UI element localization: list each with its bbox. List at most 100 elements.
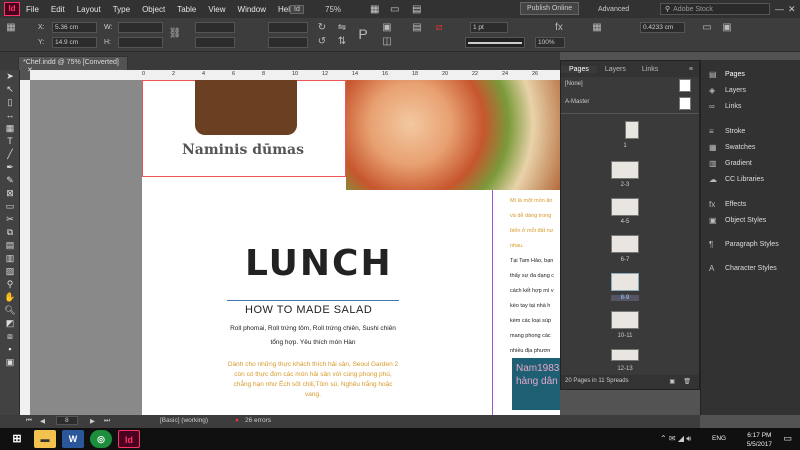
x-field[interactable]: 5.36 cm [52,22,97,33]
spread-thumbnail[interactable] [625,121,639,139]
indesign-taskbar-icon[interactable]: Id [118,430,140,448]
preflight-profile[interactable]: [Basic] (working) [160,417,208,424]
word-icon[interactable]: W [62,430,84,448]
default-colors-icon[interactable]: ◩ [0,317,20,330]
prev-page-icon[interactable]: ◀ [40,417,45,425]
pen-tool-icon[interactable]: ✒ [0,161,20,174]
spread-thumbnail[interactable] [611,235,639,253]
dock-links[interactable]: ∞ Links [709,102,741,111]
flip-horizontal-icon[interactable]: ⇋ [335,22,349,34]
zoom-tool-icon[interactable]: 🔍︎ [0,304,20,317]
h-field[interactable] [118,37,163,48]
type-p-icon[interactable]: P [356,27,370,41]
new-page-icon[interactable]: ▣ [669,378,675,385]
window-close-icon[interactable]: ✕ [788,0,796,18]
horizontal-ruler[interactable]: 024681012141618202224262830 [30,70,598,80]
dock-stroke[interactable]: ≡ Stroke [709,127,745,136]
fill-swatch-icon[interactable]: ▤ [410,22,424,34]
selection-tool-icon[interactable]: ➤ [0,70,20,83]
column-text-frame[interactable]: Mì là một món ăn và dễ dàng trong biến ở… [510,194,560,364]
rectangle-tool-icon[interactable]: ▭ [0,200,20,213]
delete-page-icon[interactable]: 🗑︎ [683,378,691,385]
page-tool-icon[interactable]: ▯ [0,96,20,109]
master-none-thumbnail[interactable] [679,79,691,92]
window-minimize-icon[interactable]: — [775,0,784,18]
dock-pages[interactable]: ▤ Pages [709,70,745,79]
dock-cc-libraries[interactable]: ☁ CC Libraries [709,175,764,184]
fill-stroke-icon[interactable]: ⧈ [0,330,20,343]
last-page-icon[interactable]: ⏭ [104,417,110,425]
stock-search-input[interactable]: ⚲ Adobe Stock [660,3,770,15]
master-a[interactable]: A-Master [565,99,589,105]
tab-layers[interactable]: Layers [597,66,634,73]
hand-tool-icon[interactable]: ✋ [0,291,20,304]
menu-window[interactable]: Window [238,5,266,14]
fx-icon[interactable]: fx [552,22,566,34]
menu-file[interactable]: File [26,5,39,14]
rotate-field[interactable] [268,22,308,33]
dock-swatches[interactable]: ▦ Swatches [709,143,755,152]
system-tray-icon[interactable]: ⌃ ✉ ◢ 🔊︎ [660,434,691,444]
dock-object-styles[interactable]: ▣ Object Styles [709,216,766,225]
screen-mode-icon[interactable]: ▭ [390,0,399,18]
select-content-icon[interactable]: ◫ [380,36,394,48]
dock-gradient[interactable]: ▥ Gradient [709,159,752,168]
menu-edit[interactable]: Edit [51,5,65,14]
tab-links[interactable]: Links [634,66,666,73]
dock-character-styles[interactable]: A Character Styles [709,264,777,273]
text-wrap-icon[interactable]: ▦ [590,22,604,34]
reference-point-icon[interactable]: ▦ [4,22,18,34]
zoom-level[interactable]: 75% [325,0,341,18]
line-tool-icon[interactable]: ╱ [0,148,20,161]
menu-view[interactable]: View [208,5,225,14]
stroke-weight-field[interactable]: 1 pt [470,22,508,33]
bridge-icon[interactable]: Id [290,0,304,18]
publish-online-button[interactable]: Publish Online [520,2,580,15]
page-number-field[interactable]: 8 [56,416,78,425]
tab-pages[interactable]: Pages [561,65,597,73]
clock[interactable]: 6:17 PM 5/5/2017 [747,431,772,449]
fit-content-icon[interactable]: ▭ [700,22,714,34]
chrome-icon[interactable]: ◎ [90,430,112,448]
spread-thumbnail[interactable] [611,349,639,361]
panel-menu-icon[interactable]: ≡ [689,66,693,73]
y-field[interactable]: 14.9 cm [52,37,97,48]
scissors-tool-icon[interactable]: ✂ [0,213,20,226]
rotate-ccw-icon[interactable]: ↺ [315,36,329,48]
stroke-type-select[interactable] [465,37,525,48]
spread-thumbnail[interactable] [611,311,639,329]
pencil-tool-icon[interactable]: ✎ [0,174,20,187]
shear-field[interactable] [268,37,308,48]
file-explorer-icon[interactable]: ▬ [34,430,56,448]
w-field[interactable] [118,22,163,33]
errors-count[interactable]: 26 errors [245,417,271,424]
dock-paragraph-styles[interactable]: ¶ Paragraph Styles [709,240,779,249]
windows-start-icon[interactable]: ⊞ [6,430,28,448]
type-tool-icon[interactable]: T [0,135,20,148]
house-logo-image[interactable] [195,80,297,135]
stroke-none-icon[interactable]: ⧄ [432,22,446,34]
spread-thumbnail-selected[interactable] [611,273,639,291]
free-transform-tool-icon[interactable]: ⧉ [0,226,20,239]
direct-selection-tool-icon[interactable]: ↖ [0,83,20,96]
rectangle-frame-tool-icon[interactable]: ⊠ [0,187,20,200]
spread-thumbnail[interactable] [611,161,639,179]
view-options-icon[interactable]: ▦ [370,0,379,18]
dock-effects[interactable]: fx Effects [709,200,746,209]
menu-type[interactable]: Type [113,5,130,14]
select-container-icon[interactable]: ▣ [380,22,394,34]
next-page-icon[interactable]: ▶ [90,417,95,425]
scale-x-field[interactable] [195,22,235,33]
gradient-feather-tool-icon[interactable]: ▥ [0,252,20,265]
content-collector-icon[interactable]: ▦ [0,122,20,135]
salad-image[interactable] [346,80,560,190]
master-a-thumbnail[interactable] [679,97,691,110]
notifications-icon[interactable]: ▭ [783,433,792,444]
dock-layers[interactable]: ◈ Layers [709,86,746,95]
document-tab[interactable]: *Chef.indd @ 75% [Converted] ✕ [18,56,128,74]
workspace-switcher[interactable]: Advanced [598,0,629,18]
rotate-cw-icon[interactable]: ↻ [315,22,329,34]
menu-object[interactable]: Object [142,5,165,14]
constrain-proportions-icon[interactable]: ⛓ [168,28,182,40]
eyedropper-tool-icon[interactable]: ⚲ [0,278,20,291]
